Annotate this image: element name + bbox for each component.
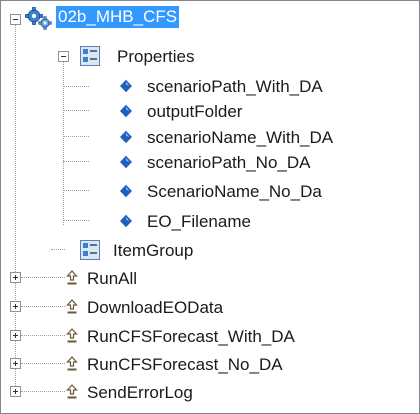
tree-node-property[interactable]: outputFolder bbox=[1, 98, 361, 124]
gears-icon bbox=[25, 6, 53, 35]
property-icon bbox=[119, 184, 133, 203]
target-label[interactable]: RunCFSForecast_With_DA bbox=[85, 327, 297, 347]
property-label[interactable]: EO_Filename bbox=[145, 212, 253, 232]
target-icon bbox=[65, 270, 79, 291]
tree-node-property[interactable]: scenarioName_With_DA bbox=[1, 124, 361, 150]
target-icon bbox=[65, 384, 79, 405]
property-label[interactable]: scenarioName_With_DA bbox=[145, 128, 335, 148]
target-label[interactable]: SendErrorLog bbox=[85, 383, 195, 403]
tree-node-property[interactable]: EO_Filename bbox=[1, 208, 361, 234]
property-icon bbox=[119, 79, 133, 98]
target-label[interactable]: RunCFSForecast_No_DA bbox=[85, 355, 285, 375]
target-icon bbox=[65, 299, 79, 320]
collapse-toggle[interactable] bbox=[58, 51, 69, 62]
target-label[interactable]: DownloadEOData bbox=[85, 298, 225, 318]
expand-toggle[interactable] bbox=[10, 386, 21, 397]
property-label[interactable]: ScenarioName_No_Da bbox=[145, 182, 324, 202]
property-label[interactable]: outputFolder bbox=[145, 102, 244, 122]
tree-view[interactable]: 02b_MHB_CFS Properties scenarioPath_With… bbox=[0, 0, 420, 414]
tree-node-target[interactable]: RunCFSForecast_No_DA bbox=[1, 351, 381, 377]
tree-node-target[interactable]: SendErrorLog bbox=[1, 379, 381, 405]
expand-toggle[interactable] bbox=[10, 358, 21, 369]
target-icon bbox=[65, 328, 79, 349]
property-label[interactable]: scenarioPath_No_DA bbox=[145, 153, 312, 173]
property-icon bbox=[119, 104, 133, 123]
target-label[interactable]: RunAll bbox=[85, 269, 139, 289]
properties-label[interactable]: Properties bbox=[115, 47, 196, 67]
property-icon bbox=[119, 214, 133, 233]
property-icon bbox=[119, 155, 133, 174]
tree-node-properties[interactable]: Properties bbox=[1, 43, 241, 69]
tree-node-root[interactable]: 02b_MHB_CFS bbox=[1, 5, 241, 31]
expand-toggle[interactable] bbox=[10, 272, 21, 283]
item-group-label[interactable]: ItemGroup bbox=[111, 241, 195, 261]
expand-toggle[interactable] bbox=[10, 330, 21, 341]
tree-node-target[interactable]: DownloadEOData bbox=[1, 294, 381, 320]
target-icon bbox=[65, 356, 79, 377]
property-icon bbox=[119, 130, 133, 149]
tree-node-target[interactable]: RunAll bbox=[1, 265, 381, 291]
item-group-icon bbox=[79, 239, 101, 266]
property-label[interactable]: scenarioPath_With_DA bbox=[145, 77, 325, 97]
expand-toggle[interactable] bbox=[10, 301, 21, 312]
tree-node-item-group[interactable]: ItemGroup bbox=[1, 237, 241, 263]
tree-node-target[interactable]: RunCFSForecast_With_DA bbox=[1, 323, 381, 349]
property-group-icon bbox=[79, 45, 101, 72]
tree-node-property[interactable]: scenarioPath_With_DA bbox=[1, 73, 361, 99]
tree-node-property[interactable]: ScenarioName_No_Da bbox=[1, 178, 361, 204]
collapse-toggle[interactable] bbox=[10, 14, 21, 25]
tree-node-property[interactable]: scenarioPath_No_DA bbox=[1, 149, 361, 175]
root-label[interactable]: 02b_MHB_CFS bbox=[56, 6, 180, 28]
